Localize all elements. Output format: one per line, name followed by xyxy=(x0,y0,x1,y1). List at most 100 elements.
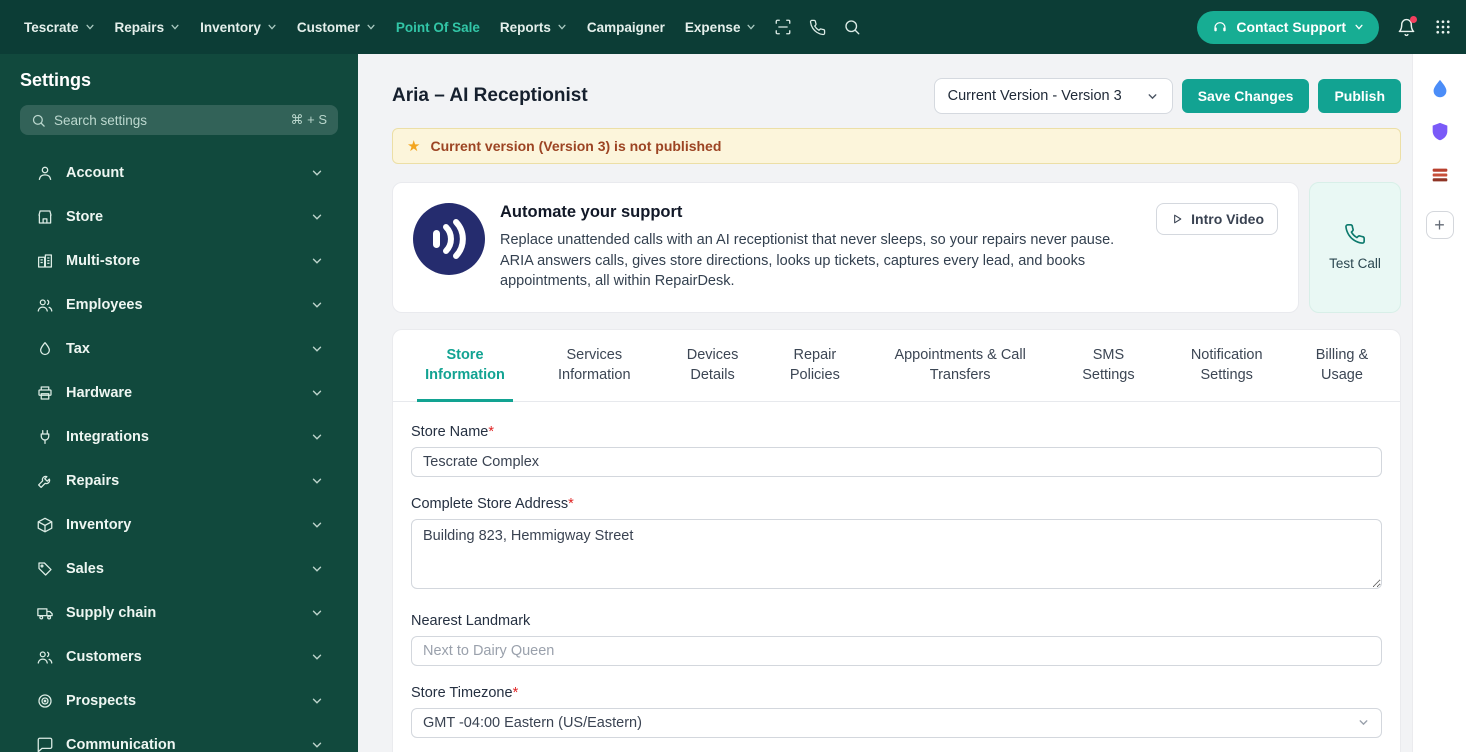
sidebar-item-label: Customers xyxy=(66,649,142,665)
sidebar-item-account[interactable]: Account xyxy=(0,151,358,195)
version-dropdown[interactable]: Current Version - Version 3 xyxy=(933,78,1173,114)
intro-video-button[interactable]: Intro Video xyxy=(1156,203,1278,235)
tab-billing-usage[interactable]: Billing & Usage xyxy=(1308,330,1376,402)
sidebar-item-label: Inventory xyxy=(66,517,132,533)
blue-drop-extension-icon[interactable] xyxy=(1429,78,1451,100)
tab-store-information[interactable]: Store Information xyxy=(417,330,513,402)
account-icon xyxy=(38,166,52,181)
publish-button[interactable]: Publish xyxy=(1318,79,1401,113)
nearest-landmark-input[interactable] xyxy=(411,635,1382,666)
browser-extension-strip: + xyxy=(1412,54,1466,752)
red-bars-extension-icon[interactable] xyxy=(1429,164,1451,186)
sidebar-item-sales[interactable]: Sales xyxy=(0,547,358,591)
nav-item-expense[interactable]: Expense xyxy=(675,0,767,54)
test-call-phone-icon xyxy=(1345,224,1365,245)
repairs-icon xyxy=(37,475,51,489)
store-timezone-select[interactable]: GMT -04:00 Eastern (US/Eastern) xyxy=(411,707,1382,738)
caret-down-icon xyxy=(268,24,276,30)
sidebar-item-label: Employees xyxy=(66,297,143,313)
tax-icon xyxy=(40,341,50,356)
nav-item-label: Customer xyxy=(296,19,360,35)
store-name-input[interactable] xyxy=(411,446,1382,477)
chevron-down-icon xyxy=(312,478,322,484)
sidebar-item-label: Tax xyxy=(66,341,90,357)
play-icon xyxy=(1174,214,1182,224)
chevron-down-icon xyxy=(312,522,322,528)
chevron-down-icon xyxy=(312,170,322,176)
nav-item-point-of-sale[interactable]: Point Of Sale xyxy=(386,0,490,54)
sidebar-item-tax[interactable]: Tax xyxy=(0,327,358,371)
tab-devices-details[interactable]: Devices Details xyxy=(676,330,750,402)
search-button[interactable] xyxy=(843,18,861,36)
sidebar-item-employees[interactable]: Employees xyxy=(0,283,358,327)
purple-shield-extension-icon[interactable] xyxy=(1429,121,1451,143)
caret-down-icon xyxy=(1355,24,1363,30)
nav-item-tescrate[interactable]: Tescrate xyxy=(14,0,105,54)
store-address-textarea[interactable]: Building 823, Hemmigway Street xyxy=(411,518,1382,589)
apps-grid-button[interactable] xyxy=(1434,18,1452,36)
main-content: Aria – AI Receptionist Current Version -… xyxy=(358,54,1412,752)
sidebar-item-communication[interactable]: Communication xyxy=(0,723,358,752)
store-name-label: Store Name* xyxy=(411,423,495,440)
chevron-down-icon xyxy=(312,566,322,572)
caret-down-icon xyxy=(558,24,566,30)
sidebar-item-label: Store xyxy=(66,209,104,225)
intro-video-label: Intro Video xyxy=(1191,211,1264,227)
hardware-icon xyxy=(38,386,52,400)
settings-panel: Store Information Services Information D… xyxy=(392,328,1401,752)
phone-icon xyxy=(810,19,826,35)
phone-button[interactable] xyxy=(809,19,826,36)
chevron-down-icon xyxy=(1359,720,1368,726)
tab-notification-settings[interactable]: Notification Settings xyxy=(1177,330,1277,402)
contact-support-button[interactable]: Contact Support xyxy=(1197,10,1379,44)
tab-appointments-call-transfers[interactable]: Appointments & Call Transfers xyxy=(880,330,1040,402)
settings-search-input[interactable] xyxy=(54,112,283,128)
chevron-down-icon xyxy=(312,610,322,616)
sidebar-item-customers[interactable]: Customers xyxy=(0,635,358,679)
sidebar-item-inventory[interactable]: Inventory xyxy=(0,503,358,547)
tab-repair-policies[interactable]: Repair Policies xyxy=(781,330,849,402)
inventory-icon xyxy=(37,517,53,533)
apps-grid-icon xyxy=(1436,20,1450,34)
sidebar-item-supply-chain[interactable]: Supply chain xyxy=(0,591,358,635)
nav-item-reports[interactable]: Reports xyxy=(490,0,577,54)
sidebar-item-repairs[interactable]: Repairs xyxy=(0,459,358,503)
notifications-button[interactable] xyxy=(1397,15,1417,37)
required-mark: * xyxy=(488,423,495,440)
store-information-form: Store Name* Complete Store Address* Buil… xyxy=(393,402,1400,752)
star-icon: ★ xyxy=(407,138,421,155)
sidebar-item-label: Hardware xyxy=(66,385,133,401)
search-icon xyxy=(32,114,45,127)
sidebar-item-multi-store[interactable]: Multi-store xyxy=(0,239,358,283)
tab-sms-settings[interactable]: SMS Settings xyxy=(1071,330,1145,402)
chevron-down-icon xyxy=(312,214,322,220)
page-title: Aria – AI Receptionist xyxy=(392,85,588,106)
chevron-down-icon xyxy=(312,742,322,748)
test-call-button[interactable]: Test Call xyxy=(1309,182,1401,313)
sidebar-item-label: Prospects xyxy=(66,693,137,709)
sidebar-item-prospects[interactable]: Prospects xyxy=(0,679,358,723)
settings-search-box[interactable]: ⌘ + S xyxy=(20,105,338,135)
sidebar-item-label: Integrations xyxy=(66,429,149,445)
sidebar-item-label: Multi-store xyxy=(66,253,141,269)
nav-item-campaigner[interactable]: Campaigner xyxy=(577,0,675,54)
caret-down-icon xyxy=(747,24,756,30)
nav-item-customer[interactable]: Customer xyxy=(287,0,386,54)
barcode-scan-button[interactable] xyxy=(774,18,792,36)
add-button[interactable]: + xyxy=(1425,211,1454,239)
headset-icon xyxy=(1214,22,1227,32)
promo-title: Automate your support xyxy=(500,203,683,221)
tab-services-information[interactable]: Services Information xyxy=(544,330,644,402)
search-icon xyxy=(845,20,860,35)
nav-item-inventory[interactable]: Inventory xyxy=(190,0,287,54)
search-shortcut: ⌘ + S xyxy=(290,112,328,127)
automate-support-card: Automate your support Replace unattended… xyxy=(392,182,1299,313)
nav-item-repairs[interactable]: Repairs xyxy=(105,0,191,54)
sidebar-item-label: Supply chain xyxy=(66,605,157,621)
sidebar-item-integrations[interactable]: Integrations xyxy=(0,415,358,459)
sidebar-item-store[interactable]: Store xyxy=(0,195,358,239)
store-timezone-label: Store Timezone* xyxy=(411,684,519,701)
aria-logo xyxy=(413,203,485,275)
save-changes-button[interactable]: Save Changes xyxy=(1181,79,1310,113)
sidebar-item-hardware[interactable]: Hardware xyxy=(0,371,358,415)
